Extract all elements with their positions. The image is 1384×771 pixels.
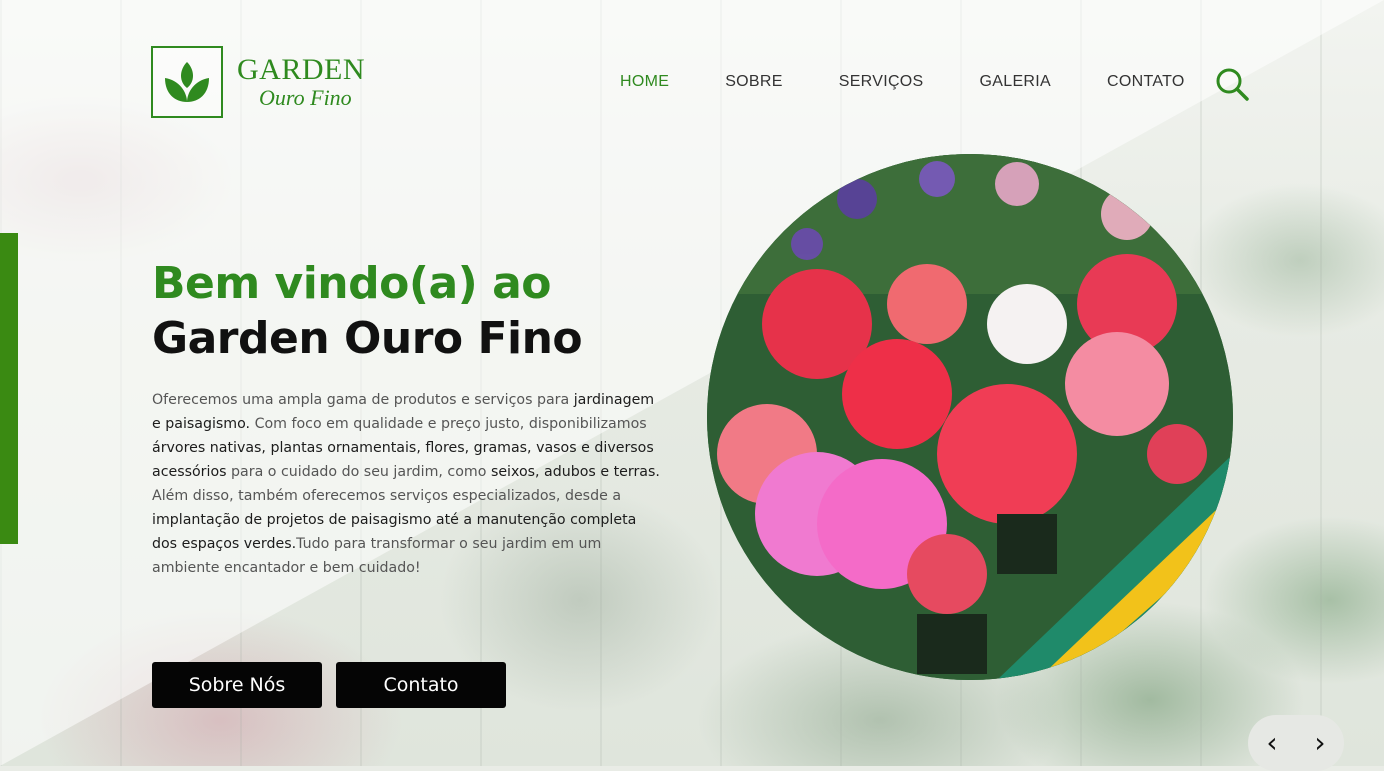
- hero-title-line1: Bem vindo(a) ao: [152, 258, 552, 309]
- logo-line2: Ouro Fino: [259, 85, 352, 110]
- chevron-right-icon[interactable]: ›: [1300, 729, 1340, 757]
- nav-home[interactable]: HOME: [620, 73, 669, 91]
- side-accent-bar: [0, 233, 18, 544]
- nav-servicos[interactable]: SERVIÇOS: [839, 73, 924, 91]
- description-text: Com foco em qualidade e preço justo, dis…: [250, 416, 647, 432]
- nav-galeria[interactable]: GALERIA: [980, 73, 1051, 91]
- logo-text: GARDEN Ouro Fino: [237, 55, 365, 109]
- about-button[interactable]: Sobre Nós: [152, 662, 322, 708]
- chevron-left-icon[interactable]: ‹: [1252, 729, 1292, 757]
- search-icon[interactable]: [1214, 66, 1250, 102]
- hero-description: Oferecemos uma ampla gama de produtos e …: [152, 388, 660, 580]
- logo-line1: GARDEN: [237, 53, 365, 86]
- hero-flowers-image: [707, 154, 1233, 680]
- description-text: para o cuidado do seu jardim, como: [226, 464, 491, 480]
- nav-sobre[interactable]: SOBRE: [725, 73, 783, 91]
- description-highlight: seixos, adubos e terras.: [490, 464, 660, 480]
- logo[interactable]: GARDEN Ouro Fino: [151, 46, 365, 118]
- contact-button[interactable]: Contato: [336, 662, 506, 708]
- main-nav: HOME SOBRE SERVIÇOS GALERIA CONTATO: [620, 73, 1241, 91]
- nav-contato[interactable]: CONTATO: [1107, 73, 1185, 91]
- description-text: Além disso, também oferecemos serviços e…: [152, 488, 622, 504]
- description-text: Oferecemos uma ampla gama de produtos e …: [152, 392, 574, 408]
- hero-title-line2: Garden Ouro Fino: [152, 313, 583, 364]
- carousel-controls: ‹ ›: [1248, 715, 1344, 771]
- leaf-icon: [151, 46, 223, 118]
